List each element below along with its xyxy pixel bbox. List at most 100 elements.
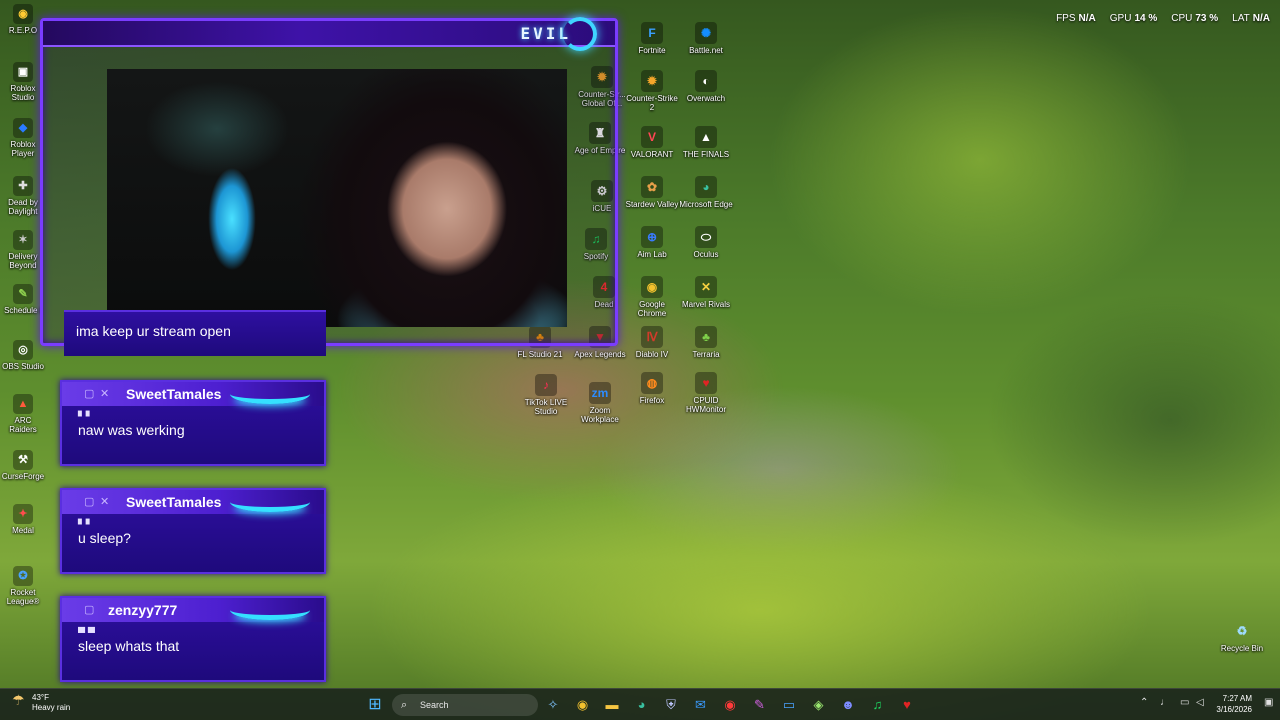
record-icon[interactable]: ◉ bbox=[719, 694, 741, 716]
desktop-shortcut[interactable]: ✕ Marvel Rivals bbox=[678, 276, 734, 309]
desktop-shortcut-label: Stardew Valley bbox=[625, 200, 679, 209]
desktop-shortcut[interactable]: ✹ Counter-Strike 2 bbox=[624, 70, 680, 112]
chat-message-text: u sleep? bbox=[78, 530, 131, 546]
desktop-shortcut[interactable]: ◕ Microsoft Edge bbox=[678, 176, 734, 209]
recycle-bin[interactable]: ♻ Recycle Bin bbox=[1214, 620, 1270, 653]
medal-icon: ✦ bbox=[13, 504, 33, 524]
schedule-icon: ✎ bbox=[13, 284, 33, 304]
desktop-shortcut[interactable]: ✺ Battle.net bbox=[678, 22, 734, 55]
desktop-shortcut-label: Roblox Studio bbox=[10, 84, 36, 102]
edge-icon[interactable]: ◕ bbox=[631, 694, 653, 716]
diablo-iv-icon: Ⅳ bbox=[641, 326, 663, 348]
clock-time: 7:27 AM bbox=[1222, 694, 1252, 703]
desktop-shortcut-label: Battle.net bbox=[689, 46, 723, 55]
copilot-icon[interactable]: ✧ bbox=[542, 694, 564, 716]
tiktok-live-studio-icon: ♪ bbox=[535, 374, 557, 396]
hwmonitor-icon: ♥ bbox=[695, 372, 717, 394]
system-tray: ⌃ ♩ ▭ ◁ ▣ bbox=[1130, 689, 1280, 720]
terraria-icon: ♣ bbox=[695, 326, 717, 348]
desktop-shortcut[interactable]: ♣ Terraria bbox=[678, 326, 734, 359]
rain-cloud-icon: ☂ bbox=[12, 692, 25, 708]
marvel-rivals-icon: ✕ bbox=[695, 276, 717, 298]
desktop-shortcut-label: Delivery Beyond bbox=[8, 252, 38, 270]
desktop-shortcut[interactable]: ♪ TikTok LIVE Studio bbox=[518, 374, 574, 416]
chat-message: ▢ zenzyy777 ▀ ▀ sleep whats that bbox=[60, 596, 326, 682]
chat-dots: ▀ ▀ bbox=[78, 628, 95, 639]
desktop-shortcut-label: OBS Studio bbox=[2, 362, 44, 371]
desktop-shortcut[interactable]: ◉ Google Chrome bbox=[624, 276, 680, 318]
notification-icon[interactable]: ▣ bbox=[1264, 697, 1273, 708]
start-button[interactable]: ⊞ bbox=[364, 694, 386, 716]
chrome-icon[interactable]: ◉ bbox=[572, 694, 594, 716]
fps-readout: FPS N/A bbox=[1056, 13, 1096, 24]
desktop-shortcut[interactable]: ⬭ Oculus bbox=[678, 226, 734, 259]
chat-username: SweetTamales bbox=[126, 386, 222, 402]
volume-icon[interactable]: ◁ bbox=[1196, 697, 1204, 708]
desktop-shortcut[interactable]: ▲ ARC Raiders bbox=[0, 394, 46, 434]
spotify-icon[interactable]: ♫ bbox=[867, 694, 889, 716]
desktop-shortcut[interactable]: Ⅳ Diablo IV bbox=[624, 326, 680, 359]
chat-message: ▢ ✕ SweetTamales ▘▘ naw was werking bbox=[60, 380, 326, 466]
desktop-shortcut-label: Zoom Workplace bbox=[581, 406, 619, 424]
fortnite-icon: F bbox=[641, 22, 663, 44]
latency-readout: LAT N/A bbox=[1232, 13, 1270, 24]
clock-date: 3/16/2026 bbox=[1216, 705, 1252, 714]
desktop-shortcut-label: Schedule I bbox=[4, 306, 42, 315]
counter-strike-2-icon: ✹ bbox=[641, 70, 663, 92]
desktop-shortcut[interactable]: ♥ CPUID HWMonitor bbox=[678, 372, 734, 414]
repo-icon: ◉ bbox=[13, 4, 33, 24]
chat-bubble-icon: ▢ bbox=[84, 604, 95, 616]
desktop-shortcut-label: Apex Legends bbox=[574, 350, 626, 359]
desktop-shortcut[interactable]: ✿ Stardew Valley bbox=[624, 176, 680, 209]
desktop-shortcut-label: FL Studio 21 bbox=[517, 350, 563, 359]
cpu-readout: CPU 73 % bbox=[1171, 13, 1219, 24]
shield-icon[interactable]: ⛨ bbox=[660, 694, 682, 716]
desktop-shortcut-label: Marvel Rivals bbox=[681, 300, 730, 309]
chat-username: SweetTamales bbox=[126, 494, 222, 510]
chat-message: ▢ ✕ SweetTamales ▘▘ u sleep? bbox=[60, 488, 326, 574]
desktop-shortcut[interactable]: ⊕ Aim Lab bbox=[624, 226, 680, 259]
desktop-shortcut[interactable]: ✪ Rocket League® bbox=[0, 566, 46, 606]
desktop-shortcut-label: Oculus bbox=[693, 250, 719, 259]
desktop-shortcut[interactable]: ◎ OBS Studio bbox=[0, 340, 46, 371]
desktop-shortcut-label: Counter-Strike 2 bbox=[626, 94, 678, 112]
hwmonitor-icon[interactable]: ♥ bbox=[896, 694, 918, 716]
battle-net-icon: ✺ bbox=[695, 22, 717, 44]
badge-icon: ✕ bbox=[100, 388, 110, 400]
desktop-shortcut[interactable]: ◍ Firefox bbox=[624, 372, 680, 405]
desktop-shortcut[interactable]: ▲ THE FINALS bbox=[678, 126, 734, 159]
desktop-shortcut-label: Dead by Daylight bbox=[8, 198, 38, 216]
desktop-shortcut[interactable]: ◐ Overwatch bbox=[678, 70, 734, 103]
chevron-up-icon[interactable]: ⌃ bbox=[1140, 697, 1148, 708]
curseforge-icon: ⚒ bbox=[13, 450, 33, 470]
desktop-shortcut-label: Rocket League® bbox=[6, 588, 40, 606]
desktop-shortcut-label: ARC Raiders bbox=[9, 416, 37, 434]
editor-icon[interactable]: ✎ bbox=[749, 694, 771, 716]
discord-icon[interactable]: ☻ bbox=[837, 694, 859, 716]
desktop-shortcut[interactable]: ✦ Medal bbox=[0, 504, 46, 535]
outlook-icon[interactable]: ✉ bbox=[690, 694, 712, 716]
taskbar: ☂ 43°F Heavy rain ⊞ ⌕ Search ✧ ◉ ▬ ◕ ⛨ ✉ ◉ ✎ ▭ ◈ ☻… bbox=[0, 688, 1280, 720]
taskbar-search[interactable]: ⌕ Search bbox=[392, 694, 538, 716]
stardew-valley-icon: ✿ bbox=[641, 176, 663, 198]
webcam-feed bbox=[107, 69, 567, 327]
desktop-shortcut[interactable]: F Fortnite bbox=[624, 22, 680, 55]
search-placeholder: Search bbox=[420, 700, 449, 710]
overlay-orb bbox=[563, 17, 597, 51]
webcam-overlay-header: EVIL bbox=[43, 17, 615, 51]
chat-bubble-icon: ▢ bbox=[84, 496, 95, 508]
monitor-icon[interactable]: ▭ bbox=[778, 694, 800, 716]
desktop-shortcut[interactable]: V VALORANT bbox=[624, 126, 680, 159]
google-chrome-icon: ◉ bbox=[641, 276, 663, 298]
desktop-shortcut[interactable]: zm Zoom Workplace bbox=[572, 382, 628, 424]
clock[interactable]: 7:27 AM 3/16/2026 bbox=[1216, 693, 1252, 715]
microphone-icon[interactable]: ♩ bbox=[1160, 697, 1170, 708]
chat-message-previous: ima keep ur stream open bbox=[64, 310, 326, 356]
chat-dots: ▘▘ bbox=[78, 520, 94, 531]
network-icon[interactable]: ▭ bbox=[1180, 697, 1189, 708]
chat-message-header: ▢ ✕ SweetTamales bbox=[62, 382, 324, 406]
chat-app-icon[interactable]: ◈ bbox=[808, 694, 830, 716]
file-explorer-icon[interactable]: ▬ bbox=[601, 694, 623, 716]
desktop-shortcut[interactable]: ⚒ CurseForge bbox=[0, 450, 46, 481]
the-finals-icon: ▲ bbox=[695, 126, 717, 148]
